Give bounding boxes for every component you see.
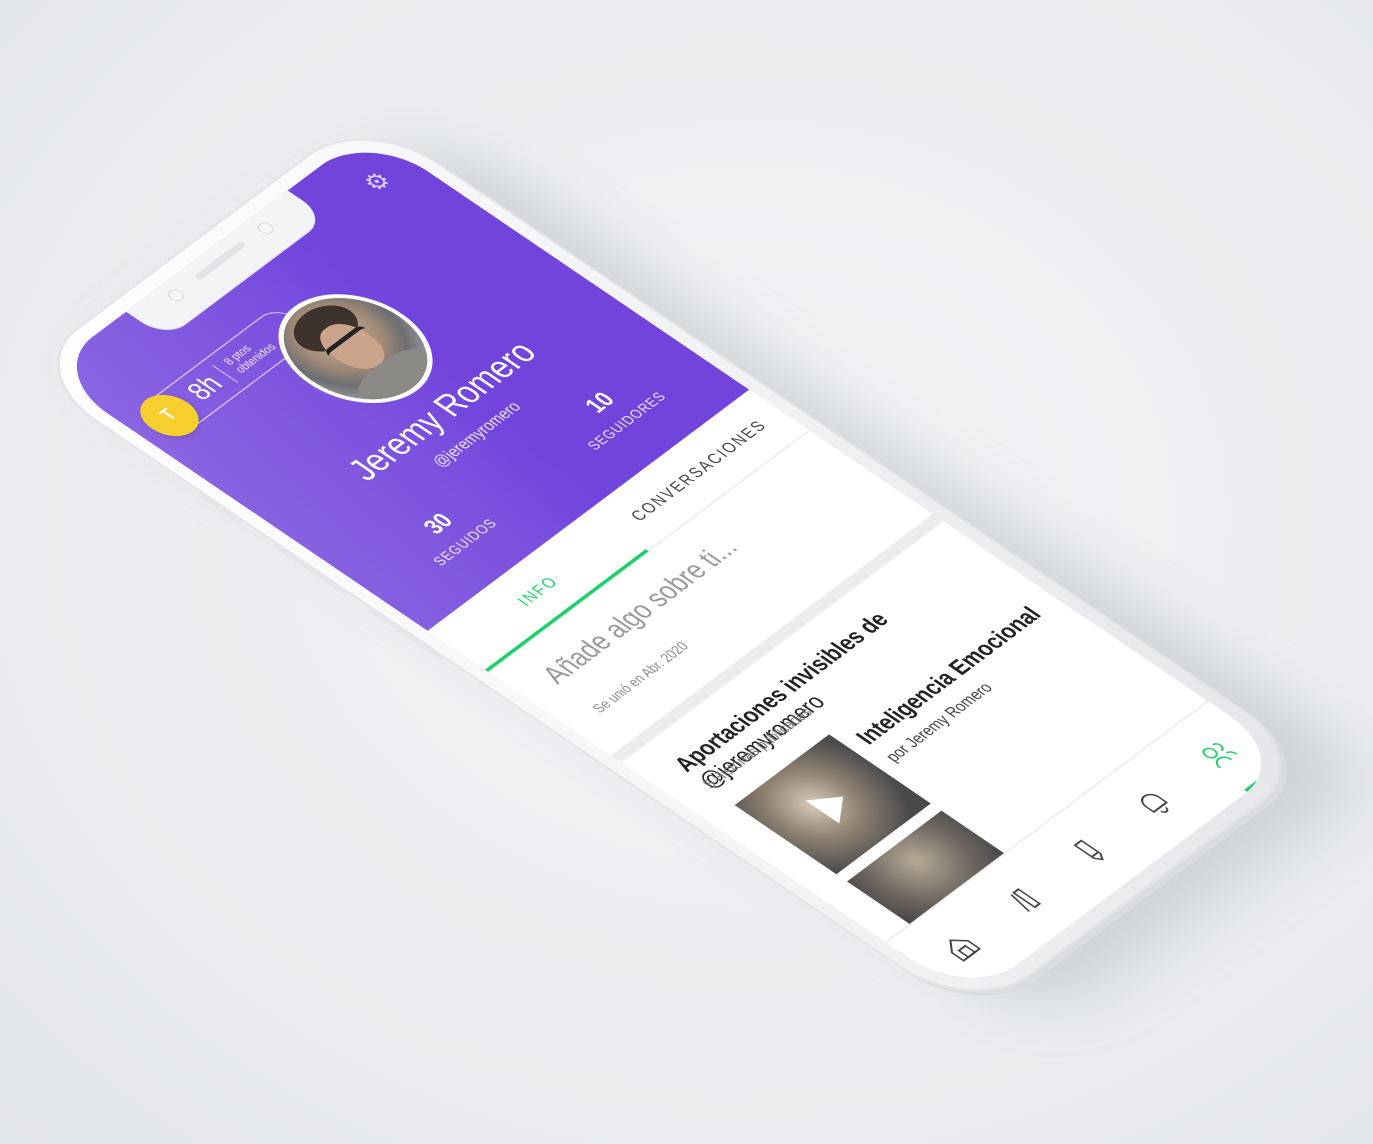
home-icon [949,939,982,962]
notch-camera [164,287,188,304]
scene-background: ⚙ T 8h 8 ptos obtenidos Jeremy Romero @j… [0,0,1373,1144]
profile-icon [1202,743,1238,769]
library-icon [1010,888,1041,913]
notch-camera [254,220,277,237]
hours-count: 8h [180,370,231,406]
bell-icon [1141,793,1169,813]
phone-mockup: ⚙ T 8h 8 ptos obtenidos Jeremy Romero @j… [20,112,1373,1029]
play-icon[interactable] [805,784,861,824]
pencil-icon [1073,839,1104,861]
app-screen: ⚙ T 8h 8 ptos obtenidos Jeremy Romero @j… [46,130,1292,1000]
